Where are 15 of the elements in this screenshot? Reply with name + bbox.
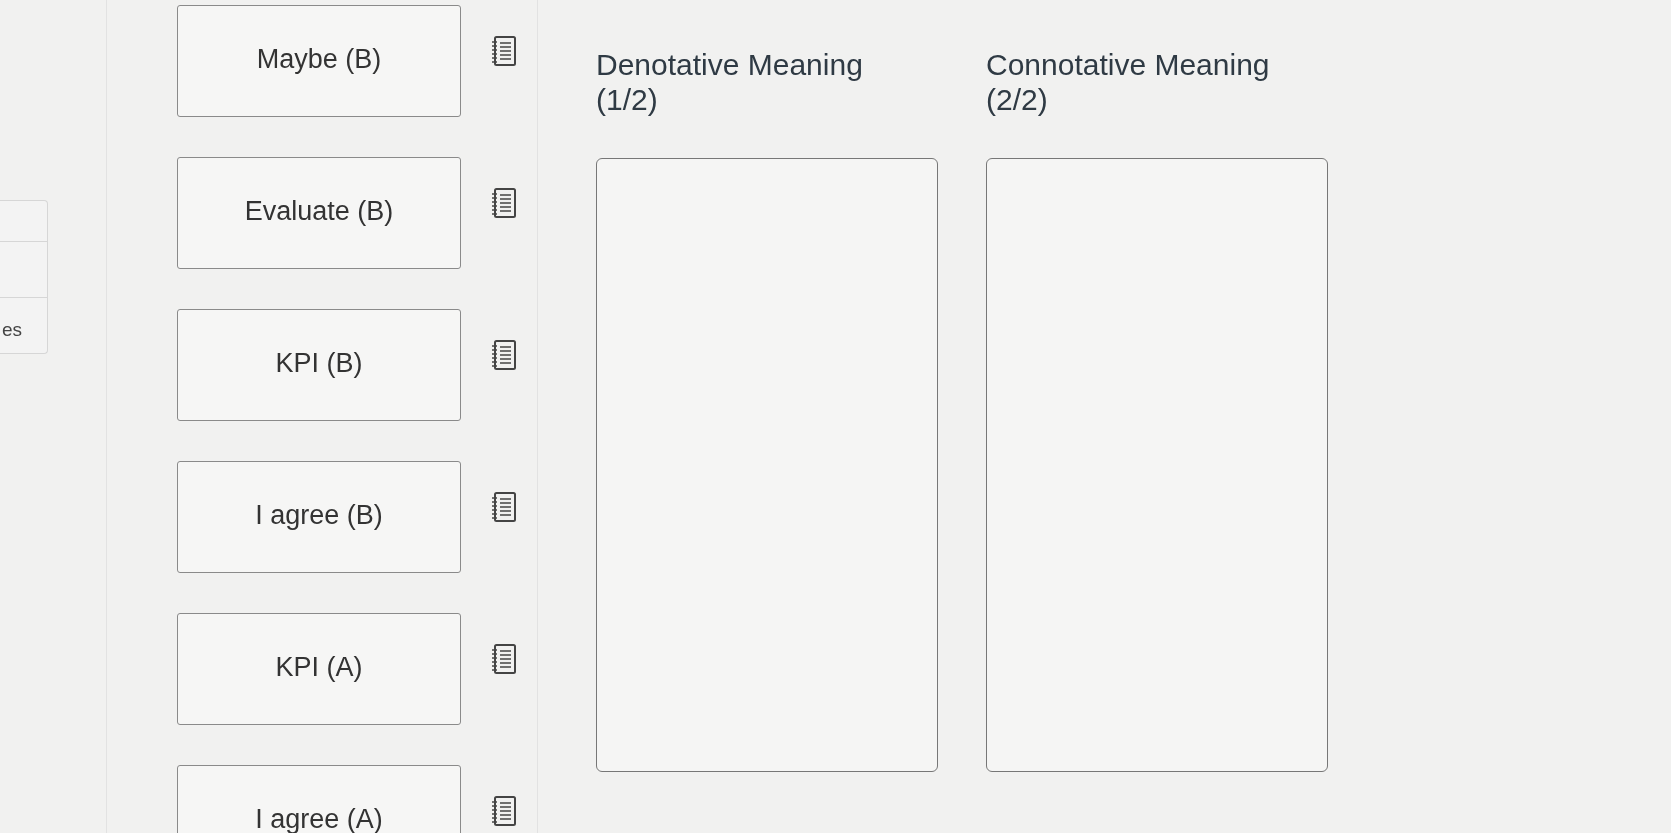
- column-heading: Connotative Meaning (2/2): [986, 48, 1271, 118]
- list-icon[interactable]: [491, 643, 517, 675]
- list-icon[interactable]: [491, 35, 517, 67]
- drag-card[interactable]: I agree (B): [177, 461, 461, 573]
- drag-card[interactable]: I agree (A): [177, 765, 461, 833]
- list-icon[interactable]: [491, 339, 517, 371]
- list-icon[interactable]: [491, 795, 517, 827]
- drag-card[interactable]: KPI (A): [177, 613, 461, 725]
- drag-card[interactable]: Maybe (B): [177, 5, 461, 117]
- list-icon[interactable]: [491, 187, 517, 219]
- drag-card[interactable]: KPI (B): [177, 309, 461, 421]
- drag-card[interactable]: Evaluate (B): [177, 157, 461, 269]
- column-heading: Denotative Meaning (1/2): [596, 48, 864, 118]
- panel-label: es: [1, 319, 23, 341]
- list-icon[interactable]: [491, 491, 517, 523]
